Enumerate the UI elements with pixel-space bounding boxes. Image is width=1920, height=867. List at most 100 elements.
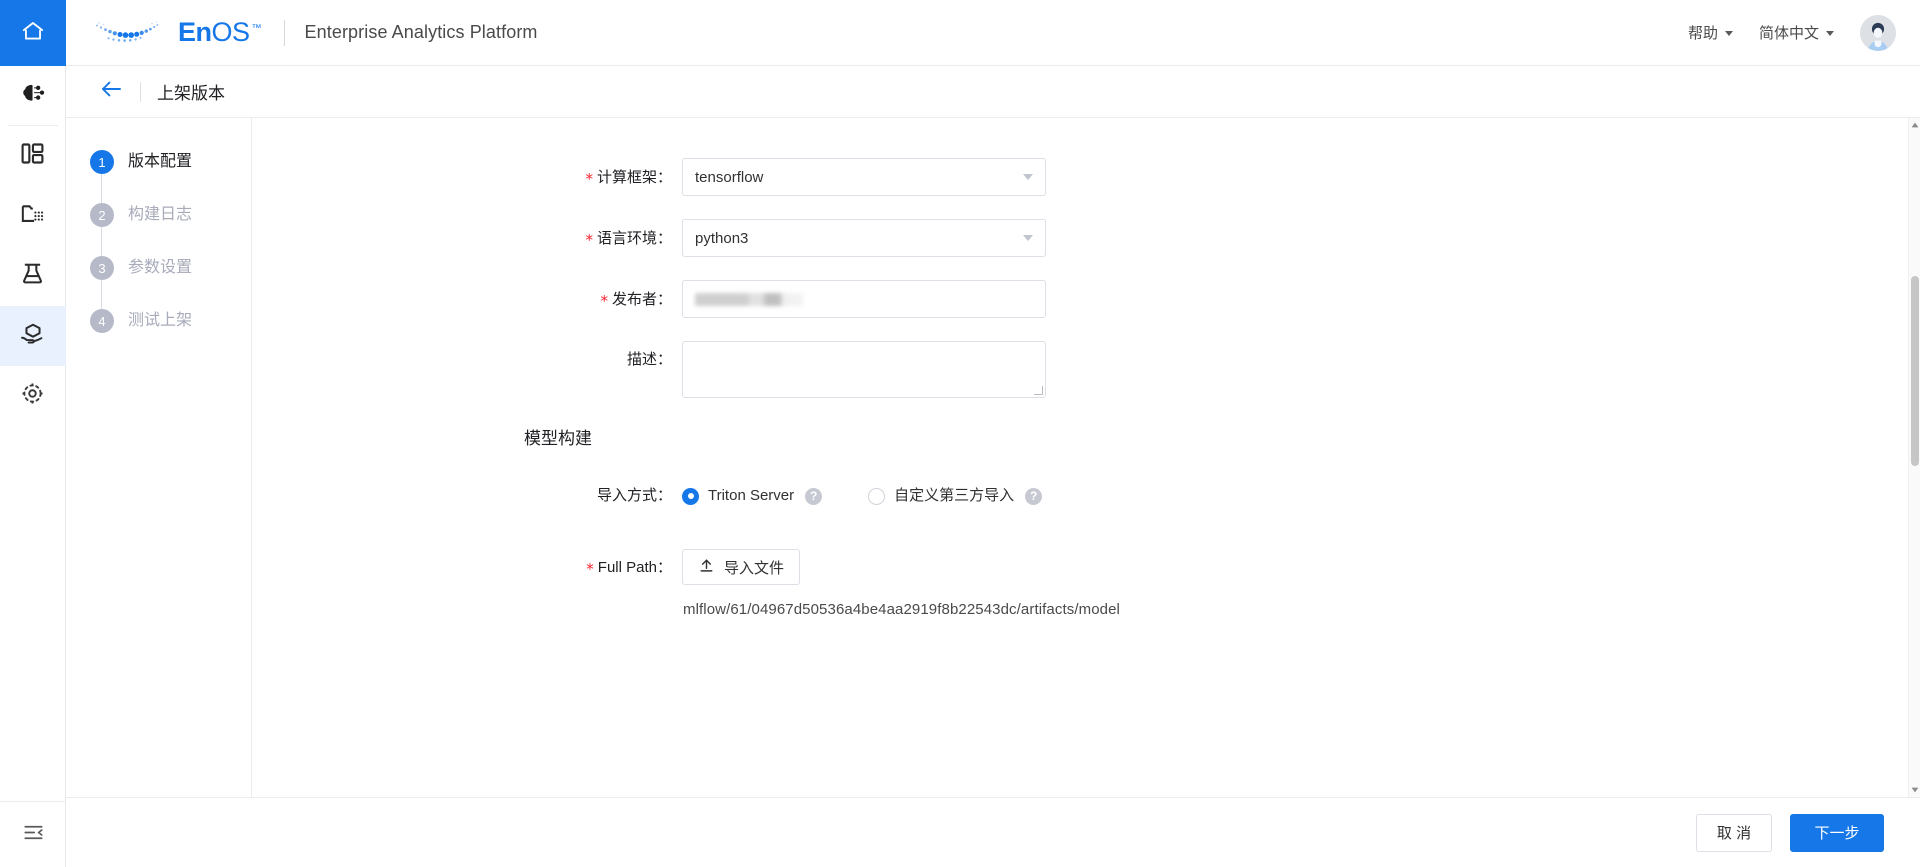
field-row-description: 描述： [252,341,1908,398]
scrollbar-thumb[interactable] [1911,276,1919,466]
import-file-button[interactable]: 导入文件 [682,549,801,585]
arrow-left-icon [100,80,122,103]
import-mode-label-wrap: 导入方式： [252,477,682,515]
step-connector [101,280,102,309]
description-textarea[interactable] [682,341,1046,398]
rail-item-list [0,66,66,426]
ai-model-icon [18,79,48,114]
framework-control: tensorflow [682,158,1046,196]
version-config-form: * 计算框架： tensorflow * 语言环境： python3 * 发布者… [252,118,1920,797]
sidebar-item-model-serving[interactable] [0,306,66,366]
enos-logo-mark [88,16,172,50]
form-scrollbar[interactable] [1908,118,1920,797]
model-build-section-title: 模型构建 [524,429,592,448]
step-item-2[interactable]: 2 构建日志 [66,203,251,227]
publisher-control [682,280,1046,318]
description-control [682,341,1046,398]
sidebar-item-dashboard[interactable] [0,126,66,186]
avatar[interactable] [1860,14,1896,51]
framework-label-wrap: * 计算框架： [252,158,682,197]
language-label: 语言环境： [596,230,672,247]
home-icon [20,18,46,49]
step-number-2: 2 [90,203,114,227]
page-subheader: 上架版本 [66,66,1920,118]
framework-value: tensorflow [695,168,764,186]
sidebar-item-data-folder[interactable] [0,186,66,246]
scroll-up-arrow-icon[interactable] [1909,118,1920,132]
help-icon-custom[interactable]: ? [1025,487,1043,505]
radio-dot-triton [682,487,699,505]
step-connector [101,174,102,203]
dashboard-icon [19,140,46,172]
radio-custom-third-party[interactable]: 自定义第三方导入 [868,477,1014,515]
main-region: En OS ™ Enterprise Analytics Platform 帮助… [66,0,1920,867]
import-mode-group: Triton Server ? 自定义第三方导入 ? [682,477,1043,515]
full-path-value: mlflow/61/04967d50536a4be4aa2919f8b22543… [683,601,1120,618]
import-mode-label: 导入方式： [596,487,672,504]
cancel-button[interactable]: 取 消 [1696,813,1772,852]
language-menu-label: 简体中文 [1758,25,1819,42]
description-label-wrap: 描述： [252,341,682,379]
field-row-framework: * 计算框架： tensorflow [252,158,1908,197]
chevron-down-icon [1826,31,1834,36]
publisher-input[interactable] [682,280,1046,318]
back-button[interactable] [92,76,130,107]
publisher-redacted-value [695,292,803,306]
help-menu[interactable]: 帮助 [1688,22,1733,43]
required-marker: * [585,170,593,188]
step-item-4[interactable]: 4 测试上架 [66,309,251,333]
language-menu[interactable]: 简体中文 [1759,22,1834,43]
step-number-3: 3 [90,256,114,280]
step-label-3: 参数设置 [128,259,193,276]
home-button[interactable] [0,0,66,66]
radio-label-triton: Triton Server [708,487,795,504]
settings-gear-icon [19,380,46,412]
collapse-panel-button[interactable] [0,801,66,867]
subheader-divider [140,81,141,102]
app-root: En OS ™ Enterprise Analytics Platform 帮助… [0,0,1920,867]
language-label-wrap: * 语言环境： [252,219,682,258]
upload-icon [698,557,715,578]
form-footer: 取 消 下一步 [66,797,1920,867]
next-step-button[interactable]: 下一步 [1790,813,1884,852]
step-label-2: 构建日志 [128,206,193,223]
chevron-down-icon [1023,235,1033,241]
radio-label-custom: 自定义第三方导入 [894,487,1015,504]
sidebar-item-settings[interactable] [0,366,66,426]
top-header: En OS ™ Enterprise Analytics Platform 帮助… [66,0,1920,66]
collapse-panel-icon [22,821,45,849]
page-body: 1 版本配置 2 构建日志 3 参数设置 4 测试上架 * 计算框架： tens… [66,118,1920,797]
sidebar-item-experiment[interactable] [0,246,66,306]
brand-name-en: En [178,17,212,47]
form-scroll-area: * 计算框架： tensorflow * 语言环境： python3 * 发布者… [252,118,1908,797]
framework-select[interactable]: tensorflow [682,158,1046,196]
full-path-label: Full Path： [597,559,672,576]
publisher-label: 发布者： [611,291,672,308]
help-icon-triton[interactable]: ? [805,487,823,505]
step-item-3[interactable]: 3 参数设置 [66,256,251,280]
page-title: 上架版本 [157,84,225,103]
required-marker: * [585,231,593,249]
lab-flask-icon [19,260,46,292]
publisher-label-wrap: * 发布者： [252,280,682,319]
language-select[interactable]: python3 [682,219,1046,257]
step-connector [101,227,102,256]
sidebar-item-ai-model[interactable] [0,66,66,126]
radio-dot-custom [868,487,886,505]
description-label: 描述： [626,351,672,368]
required-marker: * [586,560,594,578]
radio-triton-server[interactable]: Triton Server [682,477,794,515]
step-item-1[interactable]: 1 版本配置 [66,150,251,174]
scroll-down-arrow-icon[interactable] [1909,783,1920,797]
full-path-control: 导入文件 mlflow/61/04967d50536a4be4aa2919f8b… [682,549,1120,618]
field-row-language: * 语言环境： python3 [252,219,1908,258]
step-label-1: 版本配置 [128,153,193,170]
language-value: python3 [695,229,749,247]
step-number-4: 4 [90,309,114,333]
field-row-full-path: * Full Path： 导入文件 mlflow/61/04967d50536a… [252,549,1908,618]
brand-logo-group[interactable]: En OS ™ [88,16,262,50]
step-navigator: 1 版本配置 2 构建日志 3 参数设置 4 测试上架 [66,118,252,797]
full-path-label-wrap: * Full Path： [252,549,682,586]
header-divider [283,19,285,46]
required-marker: * [600,292,608,310]
